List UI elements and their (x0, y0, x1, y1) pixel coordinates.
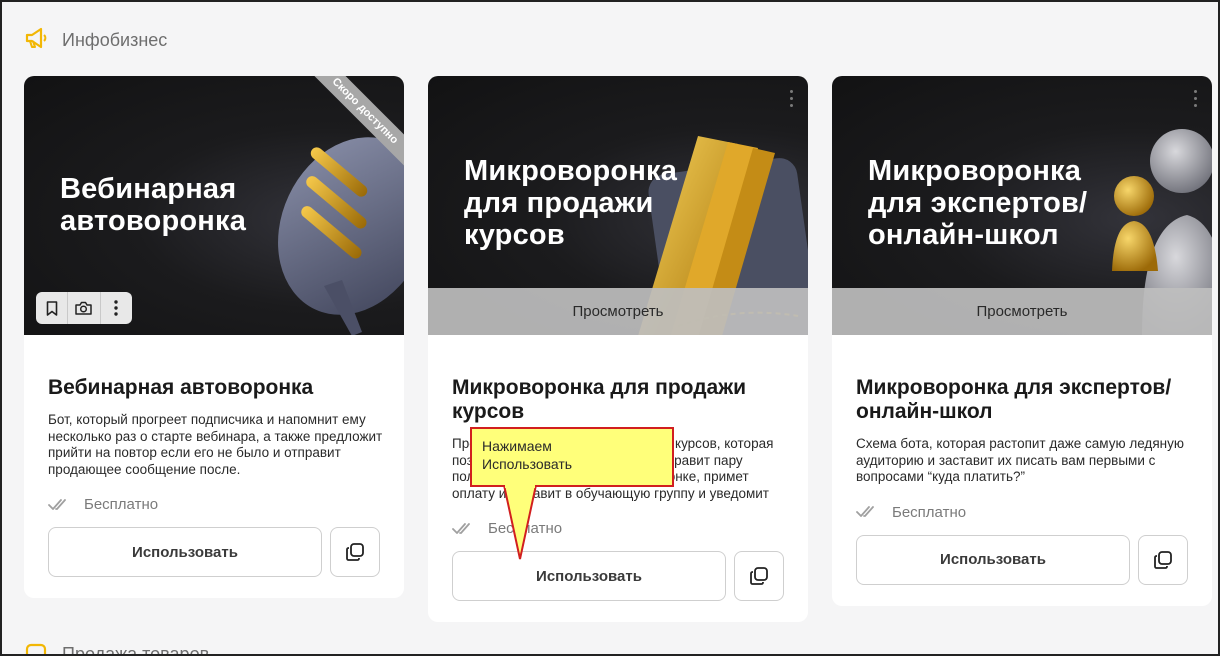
double-check-icon (856, 506, 874, 517)
page-frame: Инфобизнес Вебинарная автоворонка Скоро … (0, 0, 1220, 656)
price-label: Бесплатно (84, 496, 159, 513)
price-row: Бесплатно (856, 504, 1192, 521)
double-check-icon (48, 498, 66, 510)
card-cover[interactable]: Микроворонка для продажи курсов Просмотр… (428, 76, 808, 335)
copy-button[interactable] (734, 551, 784, 601)
price-row: Бесплатно (48, 496, 384, 513)
card-title: Микроворонка для продажи курсов (452, 376, 747, 423)
card-title: Вебинарная автоворонка (48, 376, 314, 399)
card-title: Микроворонка для экспертов/онлайн-школ (856, 376, 1172, 423)
cover-line: Микроворонка (868, 155, 1082, 187)
use-button[interactable]: Использовать (48, 527, 322, 577)
cover-line: онлайн-школ (868, 219, 1059, 251)
card-cover[interactable]: Микроворонка для экспертов/ онлайн-школ … (832, 76, 1212, 335)
cover-dots (790, 90, 796, 112)
cover-line: автоворонка (60, 205, 247, 237)
callout-line: Использовать (482, 456, 573, 472)
bookmark-button[interactable] (36, 292, 69, 324)
screenshot-button[interactable] (68, 292, 101, 324)
card-actions: Использовать (856, 534, 1192, 585)
camera-icon (75, 301, 93, 315)
preview-button[interactable]: Просмотреть (832, 288, 1212, 335)
template-card-courses: Микроворонка для продажи курсов Просмотр… (428, 76, 808, 622)
card-actions: Использовать (48, 527, 384, 577)
section-header-next: Продажа товаров (24, 641, 210, 656)
card-description: Бот, который прогреет подписчика и напом… (48, 412, 383, 477)
cover-line: Микроворонка (464, 155, 678, 187)
annotation-callout: Нажимаем Использовать (470, 427, 674, 487)
cover-line: Вебинарная (60, 173, 237, 205)
copy-icon (346, 543, 364, 561)
shopping-icon (24, 641, 48, 654)
cover-title: Вебинарная автоворонка (60, 173, 246, 237)
cover-title: Микроворонка для продажи курсов (464, 155, 677, 251)
more-button[interactable] (101, 292, 132, 324)
price-label: Бесплатно (892, 503, 967, 521)
cover-line: для продажи (464, 187, 654, 219)
copy-icon (750, 567, 768, 585)
cover-line: для экспертов/ (868, 187, 1088, 219)
card-description: Схема бота, которая растопит даже самую … (856, 436, 1184, 484)
use-button[interactable]: Использовать (856, 534, 1130, 585)
megaphone-icon (24, 27, 48, 54)
section-title: Инфобизнес (62, 29, 168, 50)
card-cover[interactable]: Вебинарная автоворонка Скоро доступно (24, 76, 404, 335)
template-card-webinar: Вебинарная автоворонка Скоро доступно Ве… (24, 76, 404, 598)
template-card-experts: Микроворонка для экспертов/ онлайн-школ … (832, 76, 1212, 606)
use-button[interactable]: Использовать (452, 551, 726, 601)
double-check-icon (452, 522, 470, 534)
preview-button[interactable]: Просмотреть (428, 288, 808, 335)
more-vertical-icon (114, 300, 119, 316)
copy-button[interactable] (1138, 534, 1188, 585)
card-body: Микроворонка для экспертов/онлайн-школ С… (856, 376, 1192, 585)
section-title: Продажа товаров (62, 643, 210, 656)
bookmark-icon (46, 300, 57, 316)
callout-pointer (503, 485, 537, 560)
card-body: Вебинарная автоворонка Бот, который прог… (48, 376, 384, 577)
cover-title: Микроворонка для экспертов/ онлайн-школ (868, 155, 1087, 251)
section-header: Инфобизнес (24, 27, 168, 54)
cover-line: курсов (464, 219, 565, 251)
cover-dots (1194, 90, 1200, 112)
copy-icon (1154, 550, 1172, 569)
copy-button[interactable] (330, 527, 380, 577)
callout-line: Нажимаем (482, 438, 552, 454)
cover-toolbar (36, 292, 132, 324)
